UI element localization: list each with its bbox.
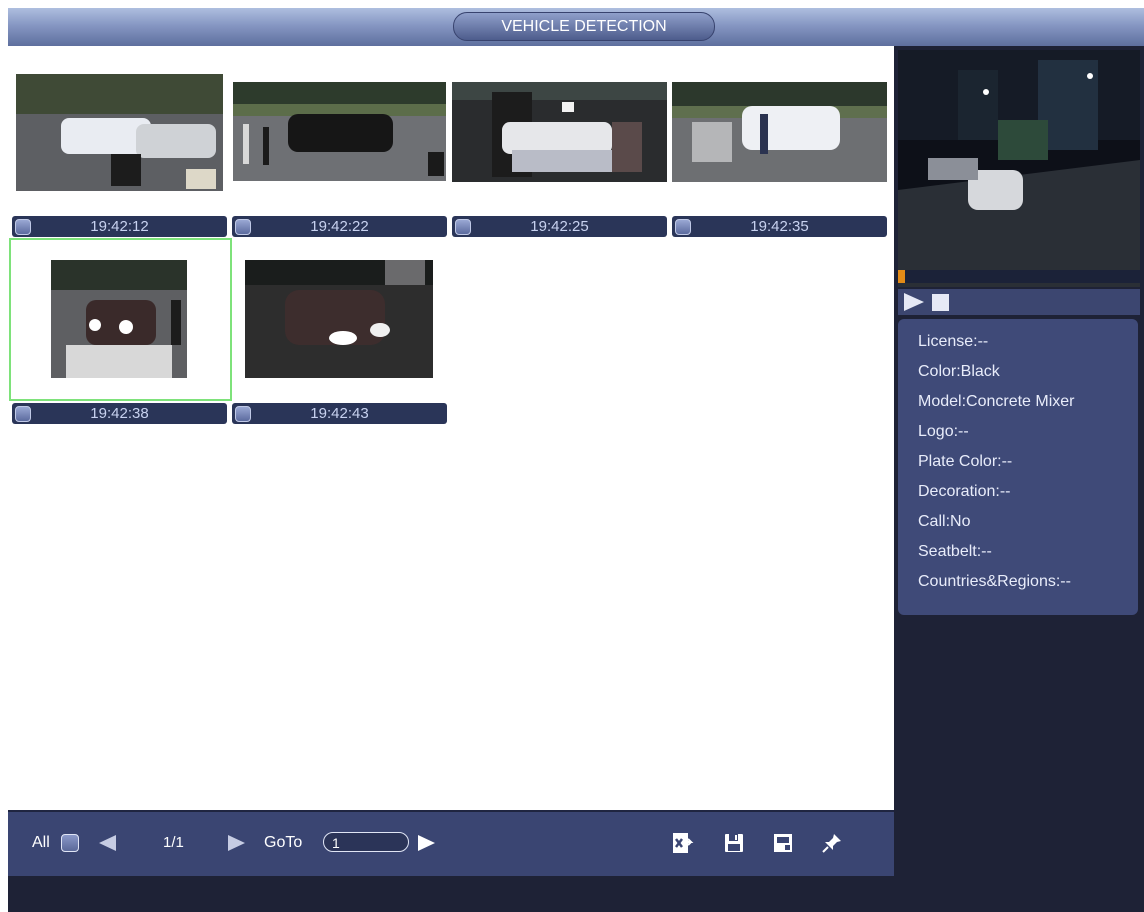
playback-controls xyxy=(898,289,1140,315)
plate-color-attr: Plate Color:-- xyxy=(918,453,1013,470)
thumbnail-time: 19:42:12 xyxy=(90,218,149,235)
thumbnail-time: 19:42:43 xyxy=(310,405,369,422)
save-icon[interactable] xyxy=(722,831,746,855)
export-icon[interactable] xyxy=(670,831,694,855)
detail-panel: License:-- Color:Black Model:Concrete Mi… xyxy=(894,46,1144,912)
thumbnail-image[interactable] xyxy=(16,74,223,191)
playback-progress[interactable] xyxy=(898,270,1140,283)
model-attr: Model:Concrete Mixer xyxy=(918,393,1075,410)
thumbnail-5[interactable]: 19:42:38 xyxy=(12,260,227,425)
logo-attr: Logo:-- xyxy=(918,423,969,440)
vehicle-detection-window: VEHICLE DETECTION 19:42:12 19:42:22 19:4… xyxy=(0,0,1144,912)
thumbnail-image[interactable] xyxy=(245,260,433,378)
thumbnail-time-bar: 19:42:43 xyxy=(232,403,447,424)
countries-attr: Countries&Regions:-- xyxy=(918,573,1071,590)
thumbnail-2[interactable]: 19:42:22 xyxy=(232,82,447,239)
goto-go-icon[interactable] xyxy=(418,835,435,851)
thumbnail-3[interactable]: 19:42:25 xyxy=(452,82,667,239)
thumbnail-grid: 19:42:12 19:42:22 19:42:25 19:42:35 19:4… xyxy=(8,46,894,808)
prev-page-icon[interactable] xyxy=(99,835,116,851)
thumbnail-time: 19:42:22 xyxy=(310,218,369,235)
thumbnail-1[interactable]: 19:42:12 xyxy=(12,74,227,239)
thumbnail-image[interactable] xyxy=(51,260,187,378)
goto-page-input[interactable]: 1 xyxy=(323,832,409,852)
thumbnail-6[interactable]: 19:42:43 xyxy=(232,260,447,425)
goto-label: GoTo xyxy=(264,834,303,851)
status-strip xyxy=(8,876,1144,912)
thumbnail-image[interactable] xyxy=(452,82,667,182)
vehicle-attributes: License:-- Color:Black Model:Concrete Mi… xyxy=(898,319,1138,615)
thumbnail-time-bar: 19:42:12 xyxy=(12,216,227,237)
select-all-checkbox[interactable] xyxy=(61,834,79,852)
thumbnail-time-bar: 19:42:25 xyxy=(452,216,667,237)
seatbelt-attr: Seatbelt:-- xyxy=(918,543,992,560)
select-all-label: All xyxy=(32,834,50,851)
page-indicator: 1/1 xyxy=(163,834,184,851)
thumbnail-image[interactable] xyxy=(672,82,887,182)
call-attr: Call:No xyxy=(918,513,971,530)
thumbnail-4[interactable]: 19:42:35 xyxy=(672,82,887,239)
next-page-icon[interactable] xyxy=(228,835,245,851)
thumbnail-time: 19:42:25 xyxy=(530,218,589,235)
license-attr: License:-- xyxy=(918,333,989,350)
thumbnail-image[interactable] xyxy=(233,82,446,181)
backup-icon[interactable] xyxy=(771,831,795,855)
decoration-attr: Decoration:-- xyxy=(918,483,1011,500)
thumbnail-time: 19:42:35 xyxy=(750,218,809,235)
window-title: VEHICLE DETECTION xyxy=(453,12,715,41)
bottom-toolbar: All 1/1 GoTo 1 xyxy=(8,810,894,876)
thumbnail-time: 19:42:38 xyxy=(90,405,149,422)
pin-icon[interactable] xyxy=(820,831,844,855)
color-attr: Color:Black xyxy=(918,363,1000,380)
thumbnail-time-bar: 19:42:38 xyxy=(12,403,227,424)
play-icon[interactable] xyxy=(904,293,924,311)
video-preview[interactable] xyxy=(898,50,1140,287)
title-bar: VEHICLE DETECTION xyxy=(8,8,1144,47)
progress-fill xyxy=(898,270,906,283)
thumbnail-time-bar: 19:42:35 xyxy=(672,216,887,237)
stop-icon[interactable] xyxy=(932,294,949,311)
thumbnail-time-bar: 19:42:22 xyxy=(232,216,447,237)
